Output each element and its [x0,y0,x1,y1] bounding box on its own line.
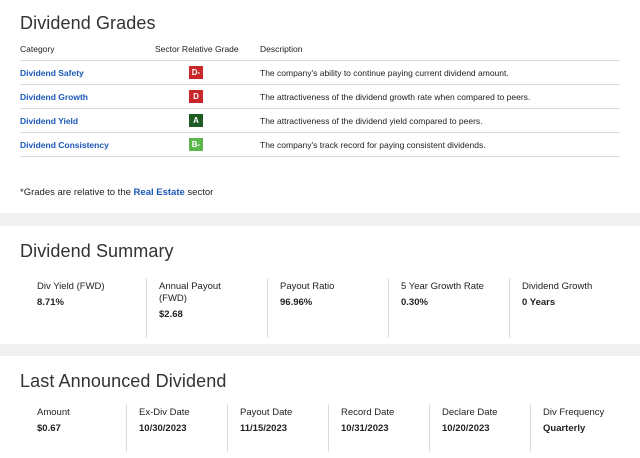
metric-value: Quarterly [543,423,586,434]
metric-label: Div Frequency [543,407,605,418]
grade-badge: D- [189,66,203,79]
dividend-grades-title: Dividend Grades [20,13,156,33]
category-link-dividend-safety[interactable]: Dividend Safety [20,68,84,78]
grade-description: The attractiveness of the dividend growt… [260,92,531,102]
table-row: Dividend Yield A The attractiveness of t… [20,109,620,133]
metric-payout-ratio: Payout Ratio 96.96% [267,278,388,338]
metric-value: 8.71% [37,297,64,308]
header-category: Category [20,44,55,54]
metric-label: 5 Year Growth Rate [401,281,484,292]
grade-description: The company's ability to continue paying… [260,68,509,78]
metric-dividend-growth: Dividend Growth 0 Years [509,278,625,338]
metric-label: Amount [37,407,70,418]
metric-value: 0.30% [401,297,428,308]
summary-metrics: Div Yield (FWD) 8.71% Annual Payout (FWD… [25,278,625,338]
metric-label: Record Date [341,407,395,418]
metric-value: 0 Years [522,297,556,308]
category-link-dividend-yield[interactable]: Dividend Yield [20,116,78,126]
metric-value: 11/15/2023 [240,423,288,434]
metric-label: Payout Ratio [280,281,335,292]
table-header: Category Sector Relative Grade Descripti… [20,40,620,61]
metric-payout-date: Payout Date 11/15/2023 [227,404,328,452]
table-row: Dividend Safety D- The company's ability… [20,61,620,85]
last-metrics: Amount $0.67 Ex-Div Date 10/30/2023 Payo… [25,404,625,452]
metric-value: 10/31/2023 [341,423,389,434]
metric-label: Annual Payout (FWD) [159,281,221,304]
grade-badge: A [189,114,203,127]
grade-badge: D [189,90,203,103]
grade-description: The attractiveness of the dividend yield… [260,116,483,126]
metric-label: Payout Date [240,407,293,418]
header-grade: Sector Relative Grade [155,44,239,54]
metric-declare-date: Declare Date 10/20/2023 [429,404,530,452]
dividend-summary-title: Dividend Summary [20,241,174,261]
metric-label: Declare Date [442,407,498,418]
note-suffix: sector [184,187,214,198]
metric-div-yield: Div Yield (FWD) 8.71% [25,278,146,338]
metric-5yr-growth: 5 Year Growth Rate 0.30% [388,278,509,338]
table-row: Dividend Growth D The attractiveness of … [20,85,620,109]
note-prefix: *Grades are relative to the [20,187,134,198]
metric-value: $0.67 [37,423,61,434]
metric-value: 10/20/2023 [442,423,490,434]
metric-annual-payout: Annual Payout (FWD) $2.68 [146,278,267,338]
last-announced-dividend-card: Last Announced Dividend Amount $0.67 Ex-… [0,356,640,458]
table-row: Dividend Consistency B- The company's tr… [20,133,620,157]
metric-label: Dividend Growth [522,281,593,292]
dividend-summary-card: Dividend Summary Div Yield (FWD) 8.71% A… [0,226,640,344]
last-announced-title: Last Announced Dividend [20,371,227,391]
dividend-grades-card: Dividend Grades Category Sector Relative… [0,0,640,213]
dividend-grades-table: Category Sector Relative Grade Descripti… [20,40,620,157]
category-link-dividend-consistency[interactable]: Dividend Consistency [20,140,109,150]
grade-description: The company's track record for paying co… [260,140,486,150]
metric-label: Div Yield (FWD) [37,281,105,292]
metric-value: $2.68 [159,309,183,320]
metric-label: Ex-Div Date [139,407,190,418]
metric-div-frequency: Div Frequency Quarterly [530,404,625,452]
grade-badge: B- [189,138,203,151]
metric-value: 10/30/2023 [139,423,187,434]
metric-value: 96.96% [280,297,313,308]
metric-ex-div-date: Ex-Div Date 10/30/2023 [126,404,227,452]
header-description: Description [260,44,303,54]
sector-link[interactable]: Real Estate [134,187,185,198]
metric-amount: Amount $0.67 [25,404,126,452]
metric-record-date: Record Date 10/31/2023 [328,404,429,452]
grades-note: *Grades are relative to the Real Estate … [20,187,213,198]
category-link-dividend-growth[interactable]: Dividend Growth [20,92,88,102]
